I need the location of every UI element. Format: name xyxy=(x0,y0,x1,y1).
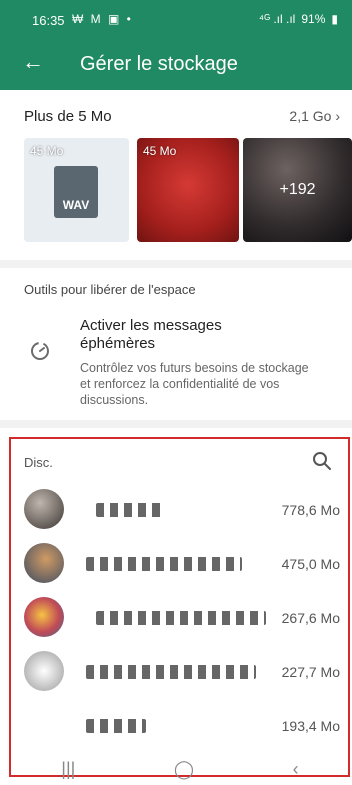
disappearing-messages-desc: Contrôlez vos futurs besoins de stockage… xyxy=(80,361,309,407)
battery-percent: 91% xyxy=(301,12,326,26)
page-title: Gérer le stockage xyxy=(80,53,238,75)
battery-icon: ▮ xyxy=(331,12,338,26)
media-thumb-photo[interactable]: 45 Mo xyxy=(137,138,239,242)
system-navbar: ||| ◯ ‹ xyxy=(12,756,348,782)
home-icon[interactable]: ◯ xyxy=(174,759,194,780)
audio-file-icon: WAV xyxy=(54,166,98,218)
status-notification-icons: ₩ M ▣ • xyxy=(72,12,133,26)
section-divider xyxy=(0,260,352,268)
large-files-total[interactable]: 2,1 Go › xyxy=(289,108,340,124)
row-size: 267,6 Mo xyxy=(281,610,340,626)
disappearing-messages-title[interactable]: Activer les messages éphémères xyxy=(80,317,300,353)
contact-name-redacted xyxy=(96,503,166,517)
contact-name-redacted xyxy=(86,719,146,733)
chevron-right-icon: › xyxy=(335,108,340,124)
avatar[interactable] xyxy=(24,705,64,745)
thumb-size: 45 Mo xyxy=(30,144,64,158)
contact-name-redacted xyxy=(96,611,266,625)
app-bar: ← Gérer le stockage xyxy=(0,40,352,90)
recent-apps-icon[interactable]: ||| xyxy=(61,759,75,780)
section-divider xyxy=(0,420,352,428)
media-thumb-wav[interactable]: 45 Mo WAV xyxy=(24,138,129,242)
tools-heading: Outils pour libérer de l'espace xyxy=(24,282,196,297)
contact-name-redacted xyxy=(86,665,256,679)
back-icon[interactable]: ‹ xyxy=(293,759,299,780)
search-icon[interactable] xyxy=(312,451,332,471)
signal-icon: ⁴ᴳ .ıl .ıl xyxy=(258,12,296,26)
timer-icon xyxy=(31,342,49,360)
status-bar: 16:35 ₩ M ▣ • ⁴ᴳ .ıl .ıl 91% ▮ xyxy=(0,0,352,40)
media-thumb-more[interactable]: +192 xyxy=(243,138,352,242)
avatar[interactable] xyxy=(24,489,64,529)
status-right-icons: ⁴ᴳ .ıl .ıl 91% ▮ xyxy=(259,12,338,26)
thumb-size: 45 Mo xyxy=(143,144,177,158)
more-count: +192 xyxy=(279,181,316,198)
status-time: 16:35 xyxy=(32,13,65,28)
avatar[interactable] xyxy=(24,597,64,637)
discussions-heading: Disc. xyxy=(24,455,53,470)
row-size: 193,4 Mo xyxy=(281,718,340,734)
contact-name-redacted xyxy=(86,557,242,571)
row-size: 778,6 Mo xyxy=(281,502,340,518)
avatar[interactable] xyxy=(24,543,64,583)
avatar[interactable] xyxy=(24,651,64,691)
large-files-label[interactable]: Plus de 5 Mo xyxy=(24,108,112,125)
large-files-value: 2,1 Go xyxy=(289,108,332,124)
back-arrow-icon[interactable]: ← xyxy=(22,49,44,75)
row-size: 227,7 Mo xyxy=(281,664,340,680)
row-size: 475,0 Mo xyxy=(281,556,340,572)
